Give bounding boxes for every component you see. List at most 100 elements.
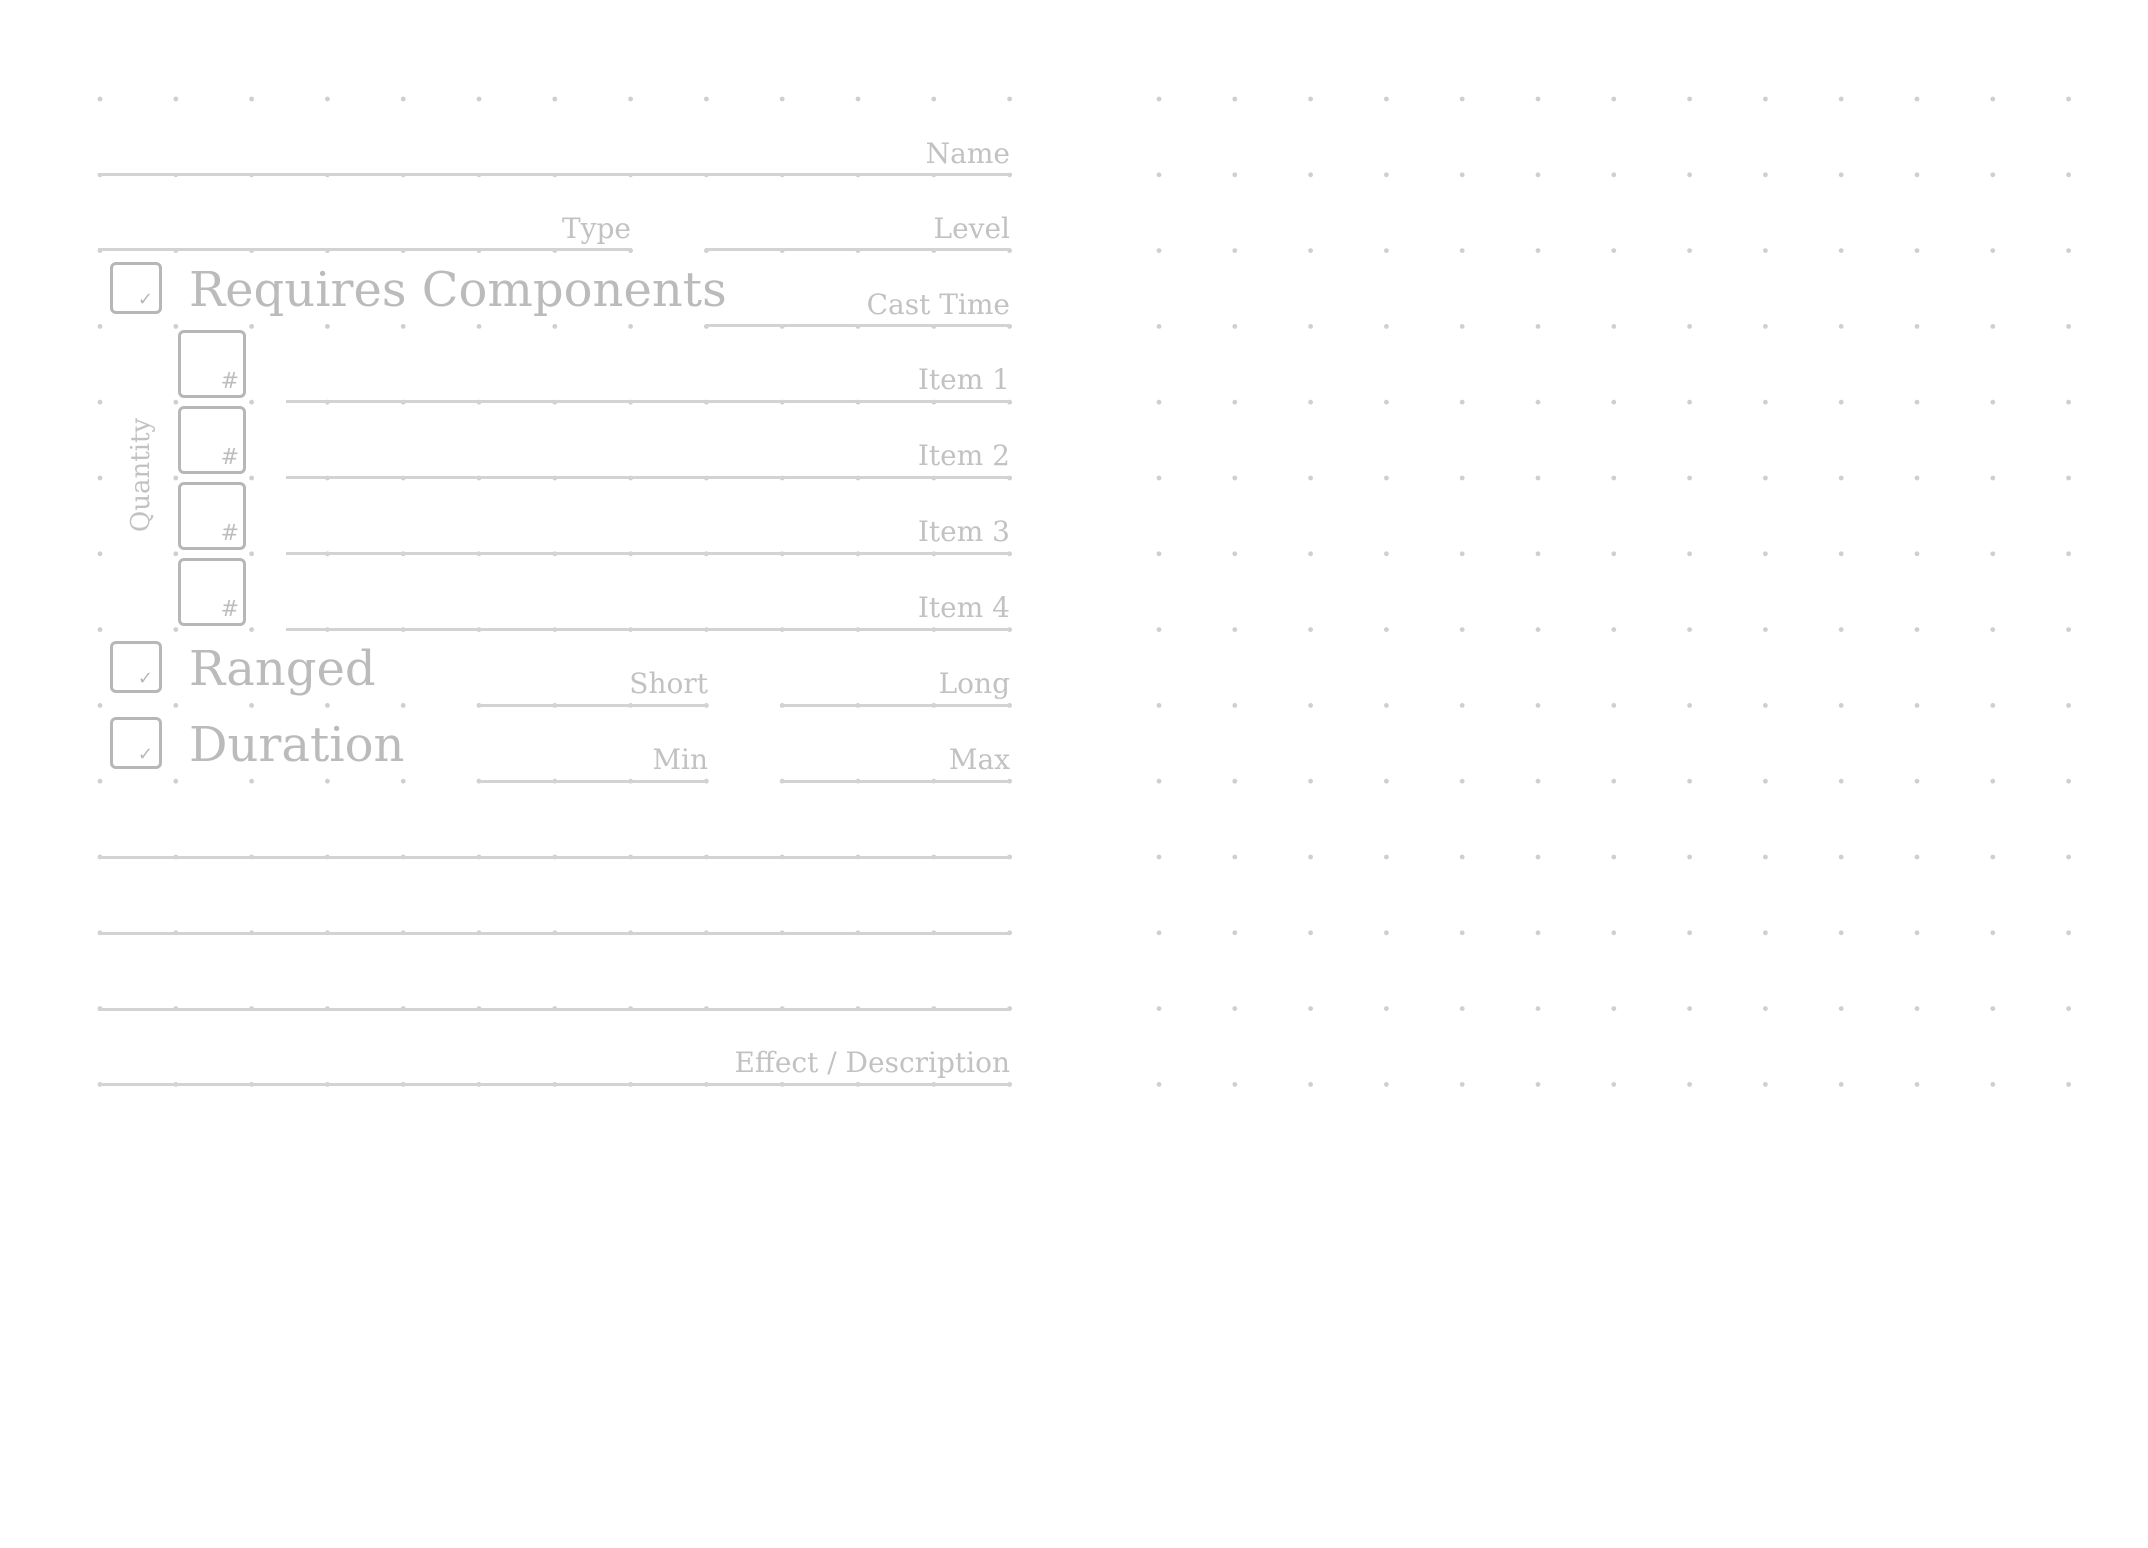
grid-dot [1914, 324, 1920, 329]
grid-dot [1611, 778, 1617, 784]
grid-dot [173, 399, 179, 405]
short-line[interactable] [478, 704, 708, 707]
grid-dot [1838, 930, 1844, 936]
grid-dot [1990, 627, 1996, 632]
grid-dot [173, 627, 179, 632]
grid-dot [1990, 324, 1996, 329]
grid-dot [1156, 551, 1162, 557]
check-icon: ✓ [137, 289, 153, 310]
grid-dot [704, 96, 709, 102]
dot-grid [97, 96, 2072, 1087]
effect-line-4[interactable] [98, 1083, 1010, 1086]
grid-dot [1611, 475, 1617, 481]
grid-dot [1914, 248, 1920, 254]
grid-dot [1156, 778, 1162, 784]
grid-dot [1459, 854, 1465, 860]
grid-dot [1232, 475, 1238, 481]
grid-dot [1384, 96, 1389, 102]
grid-dot [1308, 475, 1313, 481]
grid-dot [1990, 399, 1996, 405]
grid-dot [400, 703, 406, 708]
grid-dot [552, 324, 558, 329]
hash-icon: # [220, 521, 239, 546]
item-3-line[interactable] [286, 552, 1010, 555]
grid-dot [1384, 172, 1389, 178]
type-line[interactable] [98, 248, 632, 251]
grid-dot [1232, 1082, 1238, 1087]
grid-dot [476, 324, 482, 329]
grid-dot [173, 324, 179, 329]
grid-dot [1156, 627, 1162, 632]
effect-line-1[interactable] [98, 856, 1010, 859]
duration-checkbox[interactable]: ✓ [110, 717, 162, 769]
max-line[interactable] [780, 780, 1010, 783]
grid-dot [1838, 778, 1844, 784]
grid-dot [1763, 854, 1768, 860]
effect-line-2[interactable] [98, 932, 1010, 935]
grid-dot [1687, 930, 1692, 936]
grid-dot [1308, 172, 1313, 178]
grid-dot [97, 475, 103, 481]
grid-dot [1990, 930, 1996, 936]
grid-dot [2066, 96, 2072, 102]
grid-dot [97, 627, 103, 632]
grid-dot [1535, 703, 1541, 708]
item-4-label: Item 4 [917, 591, 1010, 624]
quantity-box-2[interactable]: # [178, 406, 246, 474]
grid-dot [249, 324, 255, 329]
grid-dot [1838, 551, 1844, 557]
long-line[interactable] [780, 704, 1010, 707]
hash-icon: # [220, 445, 239, 470]
effect-description-label: Effect / Description [734, 1046, 1010, 1079]
grid-dot [1838, 1082, 1844, 1087]
grid-dot [1535, 248, 1541, 254]
min-label: Min [652, 743, 708, 776]
quantity-box-1[interactable]: # [178, 330, 246, 398]
grid-dot [1459, 627, 1465, 632]
grid-dot [1611, 703, 1617, 708]
grid-dot [97, 778, 103, 784]
grid-dot [931, 96, 937, 102]
grid-dot [1535, 96, 1541, 102]
quantity-box-3[interactable]: # [178, 482, 246, 550]
min-line[interactable] [478, 780, 708, 783]
grid-dot [1156, 854, 1162, 860]
effect-line-3[interactable] [98, 1008, 1010, 1011]
name-line[interactable] [98, 173, 1010, 176]
grid-dot [1384, 1006, 1389, 1011]
grid-dot [173, 96, 179, 102]
item-4-line[interactable] [286, 628, 1010, 631]
grid-dot [1687, 551, 1692, 557]
grid-dot [1838, 399, 1844, 405]
grid-dot [1990, 248, 1996, 254]
check-icon: ✓ [137, 668, 153, 689]
grid-dot [1611, 324, 1617, 329]
grid-dot [1687, 703, 1692, 708]
item-3-label: Item 3 [917, 515, 1010, 548]
grid-dot [1763, 248, 1768, 254]
grid-dot [325, 703, 330, 708]
grid-dot [1611, 96, 1617, 102]
quantity-box-4[interactable]: # [178, 558, 246, 626]
grid-dot [1990, 475, 1996, 481]
item-1-line[interactable] [286, 400, 1010, 403]
grid-dot [1384, 930, 1389, 936]
grid-dot [1535, 172, 1541, 178]
grid-dot [2066, 1006, 2072, 1011]
grid-dot [1611, 1082, 1617, 1087]
item-1-label: Item 1 [917, 363, 1010, 396]
grid-dot [2066, 1082, 2072, 1087]
grid-dot [2066, 930, 2072, 936]
cast-time-line[interactable] [705, 324, 1010, 327]
grid-dot [1611, 551, 1617, 557]
grid-dot [325, 96, 330, 102]
grid-dot [1535, 627, 1541, 632]
grid-dot [325, 324, 330, 329]
level-line[interactable] [705, 248, 1010, 251]
grid-dot [1384, 854, 1389, 860]
ranged-checkbox[interactable]: ✓ [110, 641, 162, 693]
item-2-line[interactable] [286, 476, 1010, 479]
grid-dot [1156, 1082, 1162, 1087]
requires-components-checkbox[interactable]: ✓ [110, 262, 162, 314]
grid-dot [1914, 551, 1920, 557]
